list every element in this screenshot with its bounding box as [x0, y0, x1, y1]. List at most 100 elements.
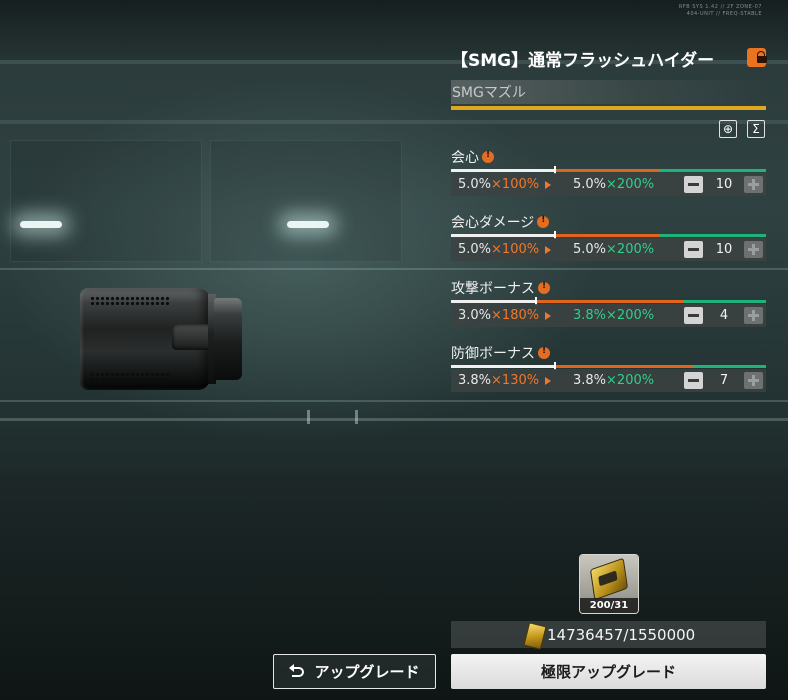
stat-current-base: 3.0%: [458, 308, 492, 323]
stat-next-base: 3.8%: [573, 308, 607, 323]
sigma-icon: Σ: [752, 122, 760, 136]
stat-next-multiplier: ×200%: [606, 177, 655, 192]
stat-name-row: 会心: [451, 147, 494, 167]
stat-current-value: 3.8%×130%: [458, 373, 539, 388]
decrease-button[interactable]: [684, 307, 703, 324]
increase-button[interactable]: [744, 307, 763, 324]
decrease-button[interactable]: [684, 241, 703, 258]
stat-current-value: 3.0%×180%: [458, 308, 539, 323]
stat-progress-preview: [536, 300, 684, 303]
upgrade-button[interactable]: アップグレード: [273, 654, 436, 689]
stat-name-row: 会心ダメージ: [451, 212, 550, 232]
arrow-right-icon: [545, 312, 551, 320]
target-icon: ⊕: [722, 122, 734, 136]
stat-value-row: 5.0%×100% 5.0%×200% 10: [451, 173, 766, 196]
stat-name-row: 攻撃ボーナス: [451, 278, 550, 298]
flash-hider-slot: [172, 324, 212, 350]
lock-toggle[interactable]: [747, 48, 767, 67]
stat-row: 防御ボーナス3.8%×130%3.8%×200%7: [451, 343, 766, 393]
stat-progress-bar: [451, 166, 766, 174]
stat-current-value: 5.0%×100%: [458, 242, 539, 257]
upgrade-button-label: アップグレード: [314, 663, 420, 681]
stat-current-base: 5.0%: [458, 242, 492, 257]
flash-hider-vents: [90, 372, 170, 382]
stat-current-multiplier: ×100%: [491, 242, 540, 257]
rarity-line: [451, 106, 766, 110]
stat-progress-current: [451, 300, 536, 303]
return-arrow-icon: [289, 663, 306, 679]
auto-allocate-button[interactable]: ⊕: [719, 120, 737, 138]
stat-current-multiplier: ×100%: [491, 177, 540, 192]
stat-progress-current: [451, 365, 555, 368]
stat-value-row: 3.8%×130% 3.8%×200% 7: [451, 369, 766, 392]
limit-upgrade-button[interactable]: 極限アップグレード: [451, 654, 766, 689]
arrow-right-icon: [545, 181, 551, 189]
currency-bar: 14736457/1550000: [451, 621, 766, 650]
stat-progress-current: [451, 169, 555, 172]
stat-next-base: 5.0%: [573, 177, 607, 192]
stat-row: 会心ダメージ5.0%×100%5.0%×200%10: [451, 212, 766, 262]
allocation-count: 10: [715, 177, 733, 192]
stat-progress-bar: [451, 297, 766, 305]
ceiling-lamp: [20, 221, 62, 228]
wall-panel: [210, 140, 402, 262]
stat-next-base: 5.0%: [573, 242, 607, 257]
alert-icon: [537, 215, 550, 228]
stat-progress-bar: [451, 231, 766, 239]
stat-current-base: 3.8%: [458, 373, 492, 388]
stat-current-multiplier: ×130%: [491, 373, 540, 388]
stat-name: 攻撃ボーナス: [451, 281, 535, 297]
gold-bar-icon: [523, 622, 547, 650]
item-category: SMGマズル: [452, 85, 526, 101]
stat-progress-current: [451, 234, 555, 237]
rail-post: [355, 410, 358, 424]
increase-button[interactable]: [744, 372, 763, 389]
rail-post: [307, 410, 310, 424]
flash-hider-image: [80, 288, 242, 390]
currency-amount: 14736457/1550000: [547, 626, 696, 644]
alert-icon: [538, 346, 550, 359]
stat-name: 防御ボーナス: [451, 346, 535, 362]
allocation-count: 10: [715, 242, 733, 257]
upgrade-material-slot[interactable]: 200/31: [580, 555, 638, 613]
stat-next-base: 3.8%: [573, 373, 607, 388]
stat-next-multiplier: ×200%: [606, 308, 655, 323]
decrease-button[interactable]: [684, 372, 703, 389]
stat-progress-preview: [555, 234, 659, 237]
stat-next-multiplier: ×200%: [606, 373, 655, 388]
wall-panel: [10, 140, 202, 262]
stat-current-base: 5.0%: [458, 177, 492, 192]
increase-button[interactable]: [744, 176, 763, 193]
limit-upgrade-button-label: 極限アップグレード: [540, 663, 676, 681]
stat-next-multiplier: ×200%: [606, 242, 655, 257]
stat-next-value: 5.0%×200%: [573, 242, 654, 257]
reset-button[interactable]: Σ: [747, 120, 765, 138]
stat-name: 会心: [451, 150, 479, 166]
stat-progress-preview: [555, 169, 659, 172]
stat-name: 会心ダメージ: [451, 215, 535, 231]
decrease-button[interactable]: [684, 176, 703, 193]
material-crate-icon: [589, 557, 629, 601]
stat-current-value: 5.0%×100%: [458, 177, 539, 192]
stat-progress-bar: [451, 362, 766, 370]
ceiling-lamp: [287, 221, 329, 228]
allocation-count: 4: [719, 308, 729, 323]
stat-row: 会心5.0%×100%5.0%×200%10: [451, 147, 766, 197]
stat-next-value: 3.8%×200%: [573, 373, 654, 388]
flash-hider-vents: [90, 296, 170, 306]
stat-value-row: 3.0%×180% 3.8%×200% 4: [451, 304, 766, 327]
stat-next-value: 5.0%×200%: [573, 177, 654, 192]
stat-value-row: 5.0%×100% 5.0%×200% 10: [451, 238, 766, 261]
increase-button[interactable]: [744, 241, 763, 258]
alert-icon: [538, 281, 550, 294]
material-quantity: 200/31: [580, 598, 638, 613]
item-title: 【SMG】通常フラッシュハイダー: [451, 51, 715, 71]
stat-name-row: 防御ボーナス: [451, 343, 550, 363]
stat-current-multiplier: ×180%: [491, 308, 540, 323]
stat-row: 攻撃ボーナス 3.0%×180% 3.8%×200% 4: [451, 278, 766, 328]
stat-next-value: 3.8%×200%: [573, 308, 654, 323]
flash-hider-cap: [214, 298, 242, 380]
allocation-count: 7: [719, 373, 729, 388]
arrow-right-icon: [545, 246, 551, 254]
arrow-right-icon: [545, 377, 551, 385]
